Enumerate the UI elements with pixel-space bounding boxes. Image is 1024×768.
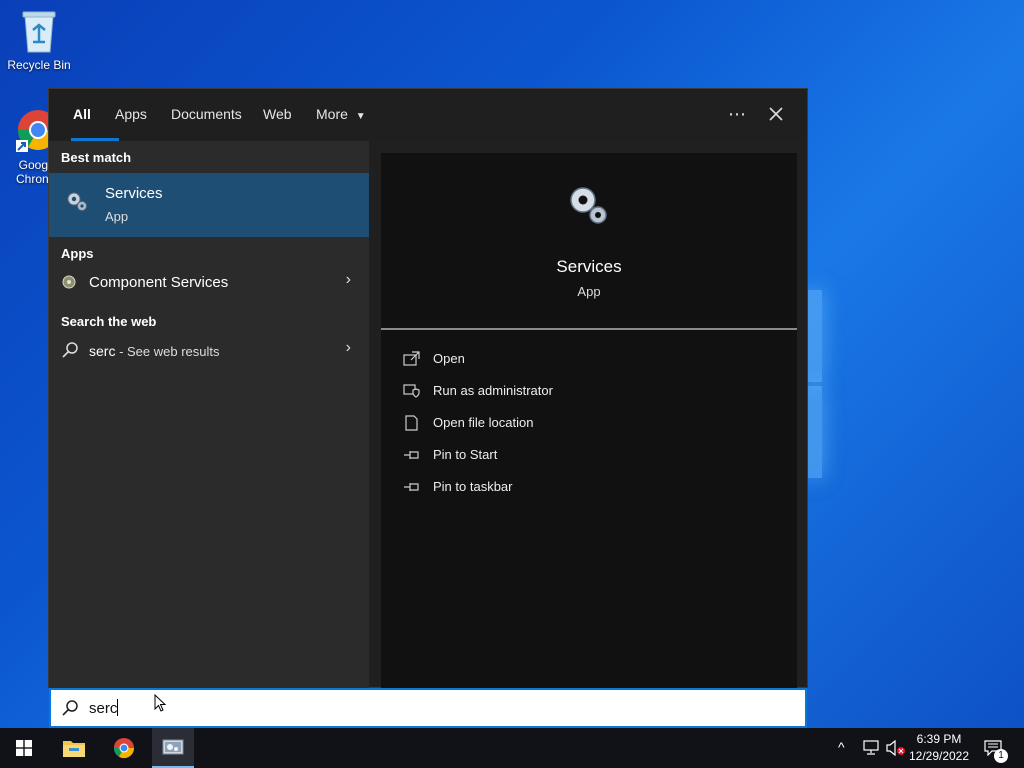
tab-more-label: More [316, 106, 348, 122]
show-hidden-icons-button[interactable]: ^ [838, 728, 854, 768]
chrome-label: Goog Chron [16, 158, 48, 186]
folder-icon [63, 741, 85, 757]
close-button[interactable] [765, 89, 787, 141]
action-open-file-location[interactable]: Open file location [381, 407, 797, 439]
recycle-bin-icon [19, 8, 59, 54]
search-input-value: serc [89, 700, 118, 717]
best-match-subtitle: App [105, 209, 129, 224]
taskbar-file-explorer[interactable] [52, 728, 96, 768]
taskbar-search-app[interactable] [152, 728, 194, 768]
chevron-right-icon: › [345, 271, 351, 288]
action-open[interactable]: Open [381, 343, 797, 375]
volume-muted-icon [886, 740, 905, 756]
options-button[interactable]: ⋯ [725, 89, 749, 141]
detail-subtitle: App [577, 284, 601, 299]
tab-more[interactable]: More ▼ [316, 89, 366, 141]
close-icon [769, 107, 783, 121]
tab-web[interactable]: Web [263, 89, 292, 141]
action-pin-to-taskbar[interactable]: Pin to taskbar [381, 471, 797, 503]
action-pin-to-start-label: Pin to Start [433, 447, 498, 462]
search-input[interactable]: serc [89, 699, 119, 717]
web-suffix: - See web results [115, 344, 220, 359]
start-search-panel: All Apps Documents Web More ▼ ⋯ Best mat… [48, 88, 808, 689]
notification-badge: 1 [994, 749, 1008, 763]
action-run-as-admin-label: Run as administrator [433, 383, 553, 398]
pin-icon [404, 451, 419, 459]
search-icon [62, 342, 78, 358]
pin-icon [404, 483, 419, 491]
taskbar: ^ 6:39 PM 12/29/2022 1 [0, 728, 1024, 768]
file-location-icon [405, 415, 418, 431]
apps-header: Apps [61, 246, 94, 261]
search-box[interactable]: serc [49, 688, 807, 728]
list-item-web-search[interactable]: serc - See web results › [49, 333, 369, 367]
clock-date: 12/29/2022 [908, 749, 970, 763]
wallpaper-logo-pane-bottom [808, 386, 822, 478]
action-run-as-admin[interactable]: Run as administrator [381, 375, 797, 407]
chevron-up-icon: ^ [838, 739, 845, 755]
divider [381, 328, 797, 330]
desktop-icon-recycle-bin[interactable]: Recycle Bin [4, 8, 74, 72]
start-button[interactable] [0, 728, 48, 768]
search-tab-bar: All Apps Documents Web More ▼ ⋯ [49, 89, 807, 141]
chrome-icon [113, 738, 135, 759]
clock[interactable]: 6:39 PM 12/29/2022 [906, 728, 972, 768]
web-query: serc [89, 343, 116, 359]
windows-logo-icon [16, 740, 32, 756]
list-item-component-services[interactable]: Component Services › [49, 265, 369, 299]
web-result-text: serc - See web results [89, 343, 220, 359]
action-pin-to-start[interactable]: Pin to Start [381, 439, 797, 471]
desktop-icon-chrome[interactable]: Goog Chron [4, 106, 48, 186]
search-web-header: Search the web [61, 314, 157, 329]
volume-icon-button[interactable] [886, 728, 906, 768]
network-icon-button[interactable] [862, 728, 882, 768]
results-list: Best match Services App Apps Component S… [49, 141, 369, 689]
shield-icon [403, 384, 420, 398]
action-open-file-location-label: Open file location [433, 415, 534, 430]
recycle-bin-label: Recycle Bin [7, 58, 71, 72]
ellipsis-icon: ⋯ [728, 104, 746, 124]
details-pane: Services App Open Run as administrator O… [381, 153, 797, 689]
action-open-label: Open [433, 351, 465, 366]
clock-time: 6:39 PM [916, 732, 962, 746]
services-app-icon [162, 739, 184, 755]
taskbar-chrome[interactable] [102, 728, 146, 768]
wallpaper-logo-pane-top [808, 290, 822, 382]
tab-documents[interactable]: Documents [171, 89, 242, 141]
network-icon [863, 740, 879, 755]
best-match-title: Services [105, 185, 163, 202]
mouse-cursor-icon [154, 694, 167, 712]
component-services-icon [62, 275, 76, 289]
tab-apps[interactable]: Apps [115, 89, 147, 141]
open-icon [403, 351, 420, 366]
chevron-right-icon: › [345, 339, 351, 356]
gears-icon [67, 192, 87, 211]
best-match-services[interactable]: Services App [49, 173, 369, 237]
tab-all[interactable]: All [71, 89, 119, 141]
best-match-header: Best match [61, 150, 132, 165]
chrome-icon [4, 106, 48, 154]
text-caret [117, 699, 119, 716]
detail-title: Services [556, 257, 622, 276]
search-icon [62, 700, 78, 716]
notifications-button[interactable]: 1 [980, 728, 1010, 768]
chevron-down-icon: ▼ [355, 111, 366, 122]
component-services-label: Component Services [89, 274, 229, 291]
gears-icon [570, 187, 607, 224]
action-pin-to-taskbar-label: Pin to taskbar [433, 479, 513, 494]
